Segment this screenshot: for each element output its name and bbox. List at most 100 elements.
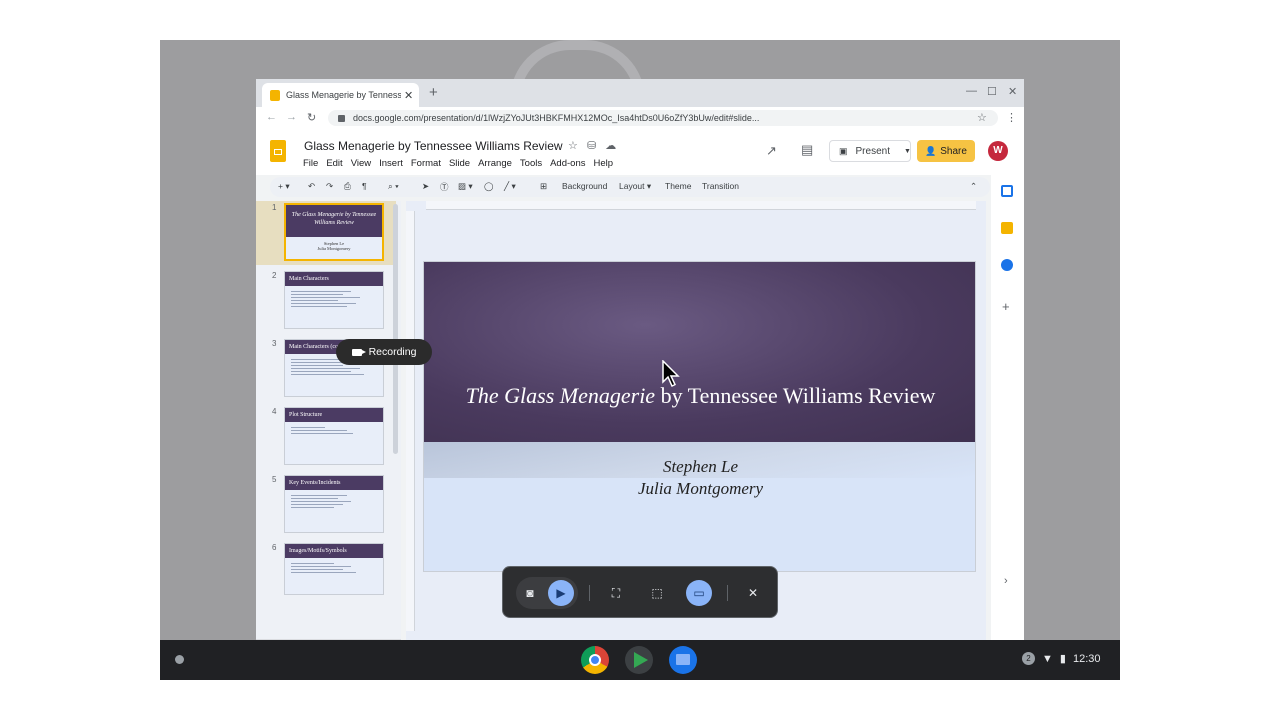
present-icon: ▣: [839, 145, 848, 156]
background-button[interactable]: Background: [562, 181, 607, 191]
slide-title-rest: by Tennessee Williams Review: [655, 383, 936, 408]
menu-file[interactable]: File: [303, 158, 318, 169]
maximize-icon[interactable]: ☐: [987, 85, 997, 98]
partial-capture-icon[interactable]: ⬚: [644, 580, 670, 606]
author-1: Stephen Le: [662, 457, 739, 476]
calendar-icon[interactable]: [1001, 185, 1013, 197]
thumbnail-slide-2[interactable]: 2 Main Characters: [256, 269, 396, 333]
window-capture-icon[interactable]: ▭: [686, 580, 712, 606]
document-title[interactable]: Glass Menagerie by Tennessee Williams Re…: [304, 139, 563, 153]
toolbar-divider: [589, 585, 590, 601]
slide-title-italic: The Glass Menagerie: [465, 383, 656, 408]
chrome-app-icon[interactable]: [581, 646, 609, 674]
thumbnail-slide-5[interactable]: 5 Key Events/Incidents: [256, 473, 396, 537]
account-avatar[interactable]: W: [988, 141, 1008, 161]
thumbnail-number: 2: [272, 271, 277, 280]
image-icon[interactable]: ▨ ▾: [458, 181, 473, 192]
transition-button[interactable]: Transition: [702, 181, 739, 191]
thumbnail-preview: Main Characters: [284, 271, 384, 329]
browser-menu-icon[interactable]: ⋮: [1006, 111, 1017, 124]
new-slide-icon[interactable]: + ▾: [278, 181, 290, 192]
thumbnail-title: Images/Motifs/Symbols: [285, 544, 383, 558]
theme-button[interactable]: Theme: [665, 181, 691, 191]
tasks-icon[interactable]: [1001, 259, 1013, 271]
textbox-icon[interactable]: Ⓣ: [440, 181, 449, 193]
shape-icon[interactable]: ◯: [484, 181, 494, 192]
editing-toolbar: + ▾ ↶ ↷ ⎙ ¶ ⌕ ▾ ➤ Ⓣ ▨ ▾ ◯ ╱ ▾ ⊞ Backgrou…: [270, 177, 990, 197]
undo-icon[interactable]: ↶: [308, 181, 315, 192]
present-dropdown-icon[interactable]: ▼: [904, 148, 911, 155]
slides-favicon-icon: [270, 89, 280, 101]
minimize-icon[interactable]: —: [966, 85, 977, 97]
screenshot-mode-icon[interactable]: ◙: [517, 580, 543, 606]
omnibox[interactable]: docs.google.com/presentation/d/1lWzjZYoJ…: [328, 110, 998, 126]
comment-add-icon[interactable]: ⊞: [540, 181, 547, 192]
horizontal-ruler: [426, 201, 976, 210]
select-tool-icon[interactable]: ➤: [422, 181, 429, 192]
close-window-icon[interactable]: ✕: [1008, 85, 1017, 98]
tab-title: Glass Menagerie by Tennessee Williams Re…: [286, 90, 401, 100]
menu-edit[interactable]: Edit: [326, 158, 342, 169]
status-tray[interactable]: 2 ▼ ▮ 12:30: [1022, 652, 1100, 665]
side-apps-panel: + ›: [991, 175, 1024, 666]
tab-strip: Glass Menagerie by Tennessee Williams Re…: [256, 79, 1024, 107]
share-person-icon: 👤: [925, 145, 937, 156]
share-button[interactable]: 👤 Share: [917, 140, 975, 162]
collapse-toolbar-icon[interactable]: ⌃: [970, 181, 977, 192]
thumbnail-number: 6: [272, 543, 277, 552]
back-icon[interactable]: ←: [266, 111, 277, 123]
star-icon[interactable]: ☆: [568, 140, 578, 152]
comments-icon[interactable]: ▤: [801, 142, 813, 158]
address-bar: ← → ↻ docs.google.com/presentation/d/1lW…: [256, 107, 1024, 130]
paint-format-icon[interactable]: ¶: [362, 181, 367, 191]
print-icon[interactable]: ⎙: [344, 181, 351, 192]
slides-logo-icon[interactable]: [270, 140, 286, 162]
bookmark-star-icon[interactable]: ☆: [977, 111, 987, 124]
menu-addons[interactable]: Add-ons: [550, 158, 585, 169]
mouse-pointer-icon: [662, 360, 680, 388]
present-button[interactable]: ▣ Present ▼: [829, 140, 911, 162]
thumbnail-slide-6[interactable]: 6 Images/Motifs/Symbols: [256, 541, 396, 605]
fullscreen-capture-icon[interactable]: ⛶: [603, 580, 629, 606]
keep-icon[interactable]: [1001, 222, 1013, 234]
tab-close-icon[interactable]: ✕: [404, 89, 413, 102]
url-text: docs.google.com/presentation/d/1lWzjZYoJ…: [353, 113, 760, 123]
menu-tools[interactable]: Tools: [520, 158, 542, 169]
cloud-status-icon[interactable]: ☁: [605, 140, 616, 152]
activity-trend-icon[interactable]: ↗: [766, 143, 777, 159]
menu-view[interactable]: View: [351, 158, 371, 169]
zoom-icon[interactable]: ⌕ ▾: [388, 181, 399, 192]
files-app-icon[interactable]: [669, 646, 697, 674]
slide-subtitle[interactable]: Stephen Le Julia Montgomery: [424, 456, 975, 500]
menu-format[interactable]: Format: [411, 158, 441, 169]
slide-title[interactable]: The Glass Menagerie by Tennessee William…: [454, 382, 947, 409]
filmstrip-scrollbar[interactable]: [393, 204, 398, 454]
chromeos-shelf: 2 ▼ ▮ 12:30: [160, 640, 1120, 680]
screen-record-mode-icon[interactable]: ▶: [548, 580, 574, 606]
move-folder-icon[interactable]: ⛁: [587, 140, 596, 152]
menu-help[interactable]: Help: [593, 158, 613, 169]
slide-title-area: [424, 262, 975, 442]
line-icon[interactable]: ╱ ▾: [504, 181, 516, 192]
browser-tab[interactable]: Glass Menagerie by Tennessee Williams Re…: [262, 83, 419, 107]
layout-button[interactable]: Layout ▾: [619, 181, 651, 192]
menu-insert[interactable]: Insert: [379, 158, 403, 169]
play-store-icon[interactable]: [625, 646, 653, 674]
add-addon-icon[interactable]: +: [1002, 299, 1010, 314]
notification-badge: 2: [1022, 652, 1035, 665]
thumbnail-preview: Plot Structure: [284, 407, 384, 465]
share-label: Share: [940, 145, 967, 157]
current-slide[interactable]: The Glass Menagerie by Tennessee William…: [423, 261, 976, 572]
launcher-icon[interactable]: [175, 655, 184, 664]
new-tab-icon[interactable]: +: [429, 84, 438, 101]
forward-icon[interactable]: →: [286, 111, 297, 123]
close-capture-icon[interactable]: ✕: [740, 580, 766, 606]
video-camera-icon: [351, 348, 366, 356]
menu-slide[interactable]: Slide: [449, 158, 470, 169]
redo-icon[interactable]: ↷: [326, 181, 333, 192]
menu-arrange[interactable]: Arrange: [478, 158, 512, 169]
reload-icon[interactable]: ↻: [307, 111, 316, 124]
thumbnail-slide-1[interactable]: 1 The Glass Menagerie by Tennessee Willi…: [256, 201, 396, 265]
thumbnail-slide-4[interactable]: 4 Plot Structure: [256, 405, 396, 469]
expand-panel-icon[interactable]: ›: [1004, 575, 1008, 587]
